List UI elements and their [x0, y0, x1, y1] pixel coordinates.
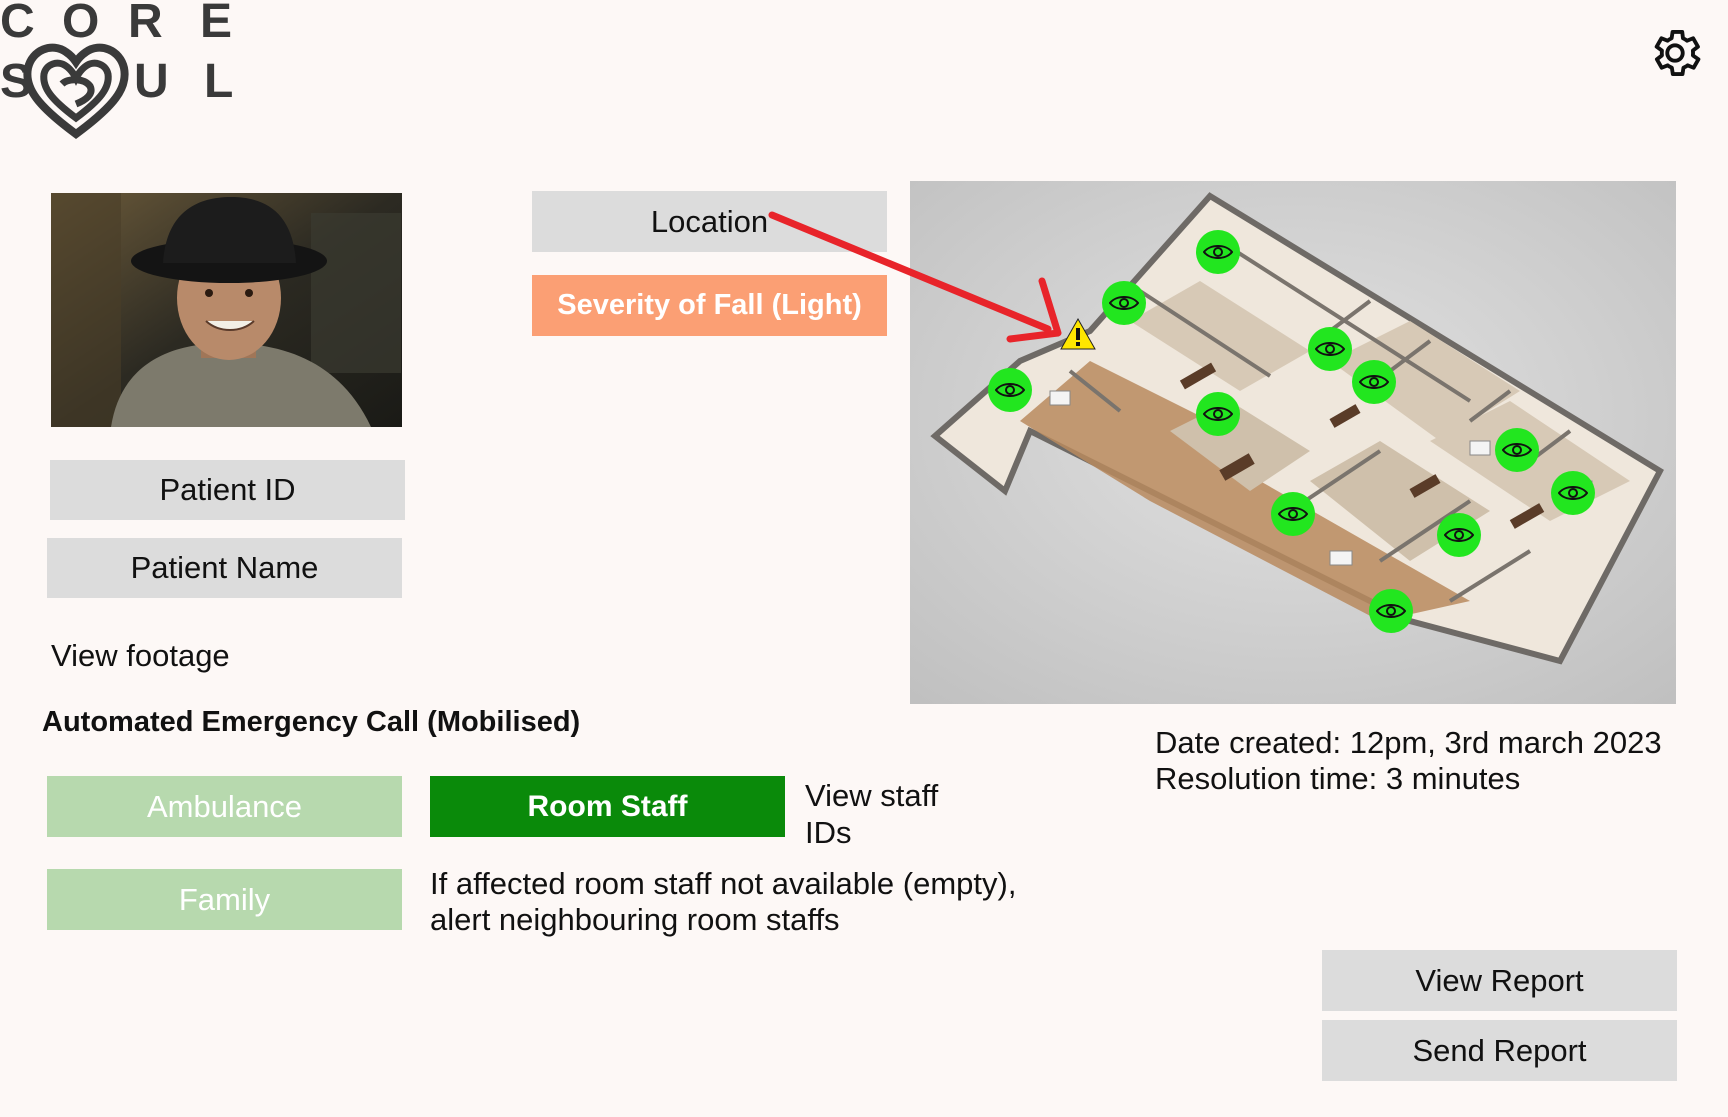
- eye-icon: [1203, 407, 1233, 421]
- camera-marker-4[interactable]: [1308, 327, 1352, 371]
- eye-icon: [1558, 486, 1588, 500]
- date-created: Date created: 12pm, 3rd march 2023: [1155, 725, 1662, 760]
- view-footage-link[interactable]: View footage: [51, 637, 230, 674]
- logo-letter-l: L: [204, 55, 234, 108]
- heart-logo-icon: [23, 43, 129, 139]
- staff-note-line2: alert neighbouring room staffs: [430, 902, 840, 937]
- family-button[interactable]: Family: [47, 869, 402, 930]
- camera-marker-6[interactable]: [1196, 392, 1240, 436]
- logo-letter-e: E: [200, 0, 233, 48]
- eye-icon: [1359, 375, 1389, 389]
- gear-icon: [1654, 30, 1701, 76]
- location-arrow: [768, 211, 1062, 343]
- eye-icon: [1444, 528, 1474, 542]
- eye-icon: [1203, 245, 1233, 259]
- patient-photo-image: [51, 193, 402, 427]
- emergency-title: Automated Emergency Call (Mobilised): [42, 706, 581, 738]
- camera-marker-3[interactable]: [988, 368, 1032, 412]
- camera-marker-2[interactable]: [1102, 281, 1146, 325]
- camera-marker-8[interactable]: [1551, 471, 1595, 515]
- eye-icon: [1278, 507, 1308, 521]
- eye-icon: [1109, 296, 1139, 310]
- eye-icon: [995, 383, 1025, 397]
- camera-marker-7[interactable]: [1495, 428, 1539, 472]
- send-report-button[interactable]: Send Report: [1322, 1020, 1677, 1081]
- camera-marker-10[interactable]: [1437, 513, 1481, 557]
- eye-icon: [1376, 604, 1406, 618]
- eye-icon: [1502, 443, 1532, 457]
- logo: C O R E S U L: [0, 0, 240, 150]
- view-staff-ids-link[interactable]: View staff IDs: [805, 777, 965, 851]
- patient-photo: [51, 193, 402, 427]
- patient-name-button[interactable]: Patient Name: [47, 538, 402, 598]
- camera-marker-5[interactable]: [1352, 360, 1396, 404]
- eye-icon: [1315, 342, 1345, 356]
- camera-marker-9[interactable]: [1271, 492, 1315, 536]
- view-report-button[interactable]: View Report: [1322, 950, 1677, 1011]
- room-staff-button[interactable]: Room Staff: [430, 776, 785, 837]
- camera-marker-11[interactable]: [1369, 589, 1413, 633]
- staff-note-line1: If affected room staff not available (em…: [430, 866, 1017, 901]
- ambulance-button[interactable]: Ambulance: [47, 776, 402, 837]
- settings-button[interactable]: [1646, 24, 1704, 82]
- resolution-time: Resolution time: 3 minutes: [1155, 761, 1521, 796]
- logo-letter-u: U: [134, 55, 169, 108]
- camera-marker-1[interactable]: [1196, 230, 1240, 274]
- patient-id-button[interactable]: Patient ID: [50, 460, 405, 520]
